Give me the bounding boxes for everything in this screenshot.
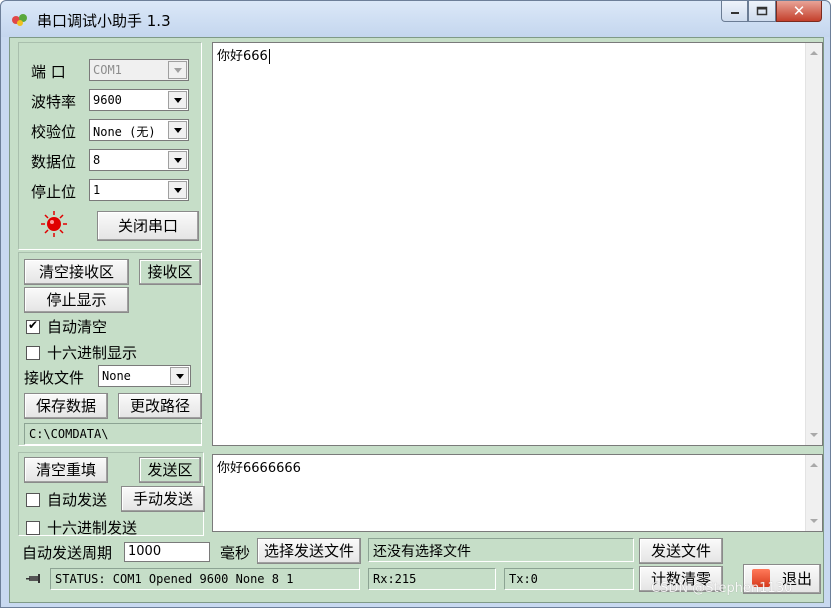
stopbits-value: 1 (93, 183, 101, 197)
receive-path-display: C:\COMDATA\ (24, 423, 202, 445)
send-area-button[interactable]: 发送区 (139, 457, 201, 483)
chevron-down-icon (168, 121, 187, 139)
send-text: 你好6666666 (217, 461, 301, 476)
auto-send-label: 自动发送 (47, 491, 108, 509)
pin-icon (26, 574, 40, 583)
send-file-status: 还没有选择文件 (368, 538, 634, 562)
baud-label: 波特率 (31, 93, 77, 111)
receive-file-combo[interactable]: None (98, 365, 191, 387)
receive-file-value: None (102, 369, 131, 383)
scroll-up-icon (810, 51, 818, 55)
parity-value: None (无) (93, 125, 156, 139)
stopbits-combo[interactable]: 1 (89, 179, 189, 201)
receive-file-label: 接收文件 (24, 369, 85, 387)
hex-send-checkbox[interactable] (26, 521, 40, 535)
text-cursor: ​ (268, 49, 270, 64)
port-label: 端 口 (31, 63, 66, 81)
scroll-up-icon (810, 463, 818, 467)
auto-clear-checkbox[interactable] (26, 318, 40, 334)
tx-counter: Tx:0 (504, 568, 634, 590)
send-controls-group: 清空重填 发送区 自动发送 手动发送 十六进制发送 (18, 452, 205, 537)
receive-text: 你好666 (217, 49, 268, 64)
change-path-button[interactable]: 更改路径 (118, 393, 202, 419)
parity-combo[interactable]: None (无) (89, 119, 189, 141)
rx-counter: Rx:215 (368, 568, 496, 590)
title-bar[interactable]: 串口调试小助手 1.3 ✕ (1, 1, 830, 37)
window-controls: ✕ (721, 1, 822, 23)
receive-controls-group: 清空接收区 接收区 停止显示 自动清空 十六进制显示 接收文件 None 保存数… (18, 252, 202, 446)
client-area: 端 口 COM1 波特率 9600 校验位 None (无) 数据位 8 停止位 (9, 37, 824, 603)
clear-receive-button[interactable]: 清空接收区 (24, 259, 129, 285)
receive-text-area[interactable]: 你好666​ (212, 42, 823, 446)
baud-value: 9600 (93, 93, 122, 107)
hex-display-label: 十六进制显示 (47, 344, 138, 362)
window-title: 串口调试小助手 1.3 (37, 12, 171, 30)
send-period-input[interactable]: 1000 (124, 542, 210, 562)
send-file-button[interactable]: 发送文件 (639, 538, 723, 564)
port-value: COM1 (93, 63, 122, 77)
auto-clear-label: 自动清空 (47, 318, 108, 336)
close-port-button[interactable]: 关闭串口 (97, 211, 199, 241)
stopbits-label: 停止位 (31, 183, 77, 201)
main-window: 串口调试小助手 1.3 ✕ 端 口 COM1 波特率 9600 校验位 None… (0, 0, 831, 608)
port-combo[interactable]: COM1 (89, 59, 189, 81)
databits-label: 数据位 (31, 153, 77, 171)
status-text: STATUS: COM1 Opened 9600 None 8 1 (50, 568, 360, 590)
databits-value: 8 (93, 153, 101, 167)
scroll-down-icon (810, 433, 818, 437)
chevron-down-icon (168, 181, 187, 199)
hex-send-label: 十六进制发送 (47, 519, 138, 537)
minimize-icon (730, 12, 739, 14)
receive-area-button[interactable]: 接收区 (139, 259, 201, 285)
clear-send-button[interactable]: 清空重填 (24, 457, 108, 483)
app-icon (12, 14, 27, 26)
chevron-down-icon (170, 367, 189, 385)
send-period-label: 自动发送周期 (22, 544, 113, 562)
send-scrollbar[interactable] (805, 455, 822, 531)
choose-send-file-button[interactable]: 选择发送文件 (257, 538, 361, 564)
save-data-button[interactable]: 保存数据 (24, 393, 108, 419)
manual-send-button[interactable]: 手动发送 (121, 486, 205, 512)
minimize-button[interactable] (721, 1, 748, 22)
receive-scrollbar[interactable] (805, 43, 822, 445)
hex-display-checkbox[interactable] (26, 346, 40, 360)
maximize-icon (756, 6, 768, 16)
parity-label: 校验位 (31, 123, 77, 141)
stop-display-button[interactable]: 停止显示 (24, 287, 129, 313)
close-icon: ✕ (792, 2, 806, 20)
baud-combo[interactable]: 9600 (89, 89, 189, 111)
watermark: CSDN @Stephen1130 (651, 581, 793, 596)
databits-combo[interactable]: 8 (89, 149, 189, 171)
maximize-button[interactable] (748, 1, 776, 22)
scroll-down-icon (810, 519, 818, 523)
ms-label: 毫秒 (220, 544, 251, 562)
chevron-down-icon (168, 61, 187, 79)
chevron-down-icon (168, 91, 187, 109)
auto-send-checkbox[interactable] (26, 493, 40, 507)
chevron-down-icon (168, 151, 187, 169)
close-button[interactable]: ✕ (776, 1, 822, 22)
port-settings-group: 端 口 COM1 波特率 9600 校验位 None (无) 数据位 8 停止位 (18, 42, 202, 250)
send-text-area[interactable]: 你好6666666 (212, 454, 823, 532)
port-status-led-icon (41, 211, 67, 237)
